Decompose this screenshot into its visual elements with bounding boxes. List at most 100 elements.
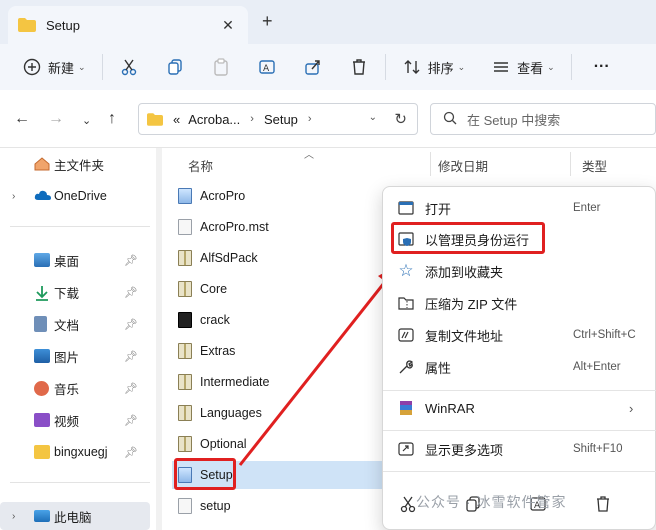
chevron-right-icon: › [307, 113, 312, 125]
pin-icon: 📌︎ [124, 350, 138, 363]
scissors-icon[interactable] [397, 493, 418, 515]
file-icon [178, 219, 192, 235]
copy-button[interactable] [159, 51, 191, 83]
chevron-right-icon[interactable]: › [12, 191, 15, 202]
folder-icon [18, 18, 36, 32]
column-header-name[interactable]: 名称 [188, 156, 213, 175]
home-icon [34, 157, 50, 171]
file-row[interactable]: Languages [172, 399, 382, 427]
toolbar-divider [101, 54, 103, 80]
breadcrumb-item[interactable]: Setup [264, 112, 298, 127]
sidebar-item-bingxuegj[interactable]: bingxuegj 📌︎ [0, 438, 150, 466]
menu-item-more-options[interactable]: 显示更多选项 Shift+F10 [383, 434, 656, 464]
breadcrumb-overflow[interactable]: « [173, 112, 180, 127]
picture-icon [34, 349, 50, 363]
sidebar-item-pictures[interactable]: 图片 📌︎ [0, 342, 150, 370]
window-tab[interactable]: Setup ✕ [8, 6, 248, 44]
view-icon [491, 57, 511, 77]
sidebar-item-downloads[interactable]: 下载 📌︎ [0, 278, 150, 306]
file-row[interactable]: AcroPro [172, 182, 382, 210]
breadcrumb-item[interactable]: Acroba... [188, 112, 240, 127]
pin-icon: 📌︎ [124, 254, 138, 267]
sidebar-item-desktop[interactable]: 桌面 📌︎ [0, 246, 150, 274]
address-bar[interactable]: « Acroba... › Setup › ⌄ ↻ [138, 103, 418, 135]
chevron-right-icon[interactable]: › [12, 511, 15, 522]
copy-icon [165, 57, 185, 77]
file-name: setup [200, 499, 231, 513]
file-row[interactable]: Intermediate [172, 368, 382, 396]
file-row[interactable]: AcroPro.mst [172, 213, 382, 241]
sidebar-item-onedrive[interactable]: › OneDrive [0, 182, 150, 210]
search-placeholder: 在 Setup 中搜索 [467, 112, 561, 128]
pin-icon: 📌︎ [124, 286, 138, 299]
menu-item-label: WinRAR [425, 400, 475, 416]
file-name: crack [200, 313, 230, 327]
file-row[interactable]: crack [172, 306, 382, 334]
search-box[interactable]: 在 Setup 中搜索 [430, 103, 656, 135]
copy-path-icon [397, 326, 415, 344]
plus-circle-icon [22, 57, 42, 77]
menu-item-label: 属性 [425, 360, 452, 376]
new-tab-button[interactable]: + [262, 11, 273, 32]
menu-item-compress-zip[interactable]: 压缩为 ZIP 文件 [383, 288, 656, 318]
more-button[interactable]: ··· [582, 51, 616, 83]
sidebar-item-documents[interactable]: 文档 📌︎ [0, 310, 150, 338]
view-button[interactable]: 查看 ⌄ [485, 51, 561, 83]
rename-button[interactable]: A [251, 51, 283, 83]
menu-item-copy-path[interactable]: 复制文件地址 Ctrl+Shift+C [383, 320, 656, 350]
file-row[interactable]: AlfSdPack [172, 244, 382, 272]
file-row[interactable]: Optional [172, 430, 382, 458]
back-arrow-icon[interactable]: ← [14, 110, 30, 128]
recent-chevron-icon[interactable]: ⌄ [82, 114, 91, 127]
pin-icon: 📌︎ [124, 414, 138, 427]
file-row[interactable]: Core [172, 275, 382, 303]
menu-item-winrar[interactable]: WinRAR › [383, 393, 656, 423]
paste-button[interactable] [205, 51, 237, 83]
forward-arrow-icon[interactable]: → [48, 110, 64, 128]
column-header-type[interactable]: 类型 [582, 156, 607, 175]
sidebar-item-home[interactable]: 主文件夹 [0, 150, 150, 178]
scissors-icon [119, 57, 139, 77]
archive-icon [178, 405, 192, 421]
toolbar-divider [570, 54, 572, 80]
navigation-pane: 主文件夹 › OneDrive 桌面 📌︎ 下载 📌︎ 文档 📌︎ 图片 📌︎ … [0, 148, 156, 530]
menu-item-add-favorites[interactable]: ☆ 添加到收藏夹 [383, 256, 656, 286]
open-icon [397, 199, 415, 217]
refresh-icon[interactable]: ↻ [394, 110, 407, 128]
file-name: Extras [200, 344, 236, 358]
close-tab-icon[interactable]: ✕ [218, 17, 238, 34]
column-divider [430, 152, 431, 176]
sidebar-item-this-pc[interactable]: › 此电脑 [0, 502, 150, 530]
winrar-icon [397, 399, 415, 417]
new-button[interactable]: 新建 ⌄ [16, 51, 92, 83]
archive-icon [178, 281, 192, 297]
delete-button[interactable] [343, 51, 375, 83]
pin-icon: 📌︎ [124, 318, 138, 331]
address-dropdown-icon[interactable]: ⌄ [369, 112, 377, 123]
sort-button[interactable]: 排序 ⌄ [396, 51, 472, 83]
sidebar-scrollbar[interactable] [156, 148, 162, 530]
sidebar-item-videos[interactable]: 视频 📌︎ [0, 406, 150, 434]
address-row: ← → ⌄ ↑ « Acroba... › Setup › ⌄ ↻ 在 Setu… [0, 90, 656, 148]
file-row[interactable]: setup [172, 492, 382, 520]
sidebar-item-music[interactable]: 音乐 📌︎ [0, 374, 150, 402]
file-row[interactable]: Extras [172, 337, 382, 365]
menu-divider [383, 471, 656, 472]
file-icon [178, 498, 192, 514]
share-button[interactable] [297, 51, 329, 83]
menu-item-properties[interactable]: 属性 Alt+Enter [383, 352, 656, 382]
trash-icon[interactable] [592, 493, 613, 515]
view-label: 查看 [517, 60, 544, 76]
menu-item-open[interactable]: 打开 Enter [383, 193, 656, 223]
title-bar: Setup ✕ + [0, 0, 656, 44]
cut-button[interactable] [113, 51, 145, 83]
document-icon [34, 316, 47, 332]
up-arrow-icon[interactable]: ↑ [108, 110, 116, 128]
column-header-modified[interactable]: 修改日期 [438, 156, 488, 175]
archive-icon [178, 343, 192, 359]
menu-item-shortcut: Enter [573, 202, 601, 214]
computer-icon [34, 510, 50, 522]
sidebar-item-label: 文档 [54, 318, 80, 333]
clipboard-icon [211, 57, 231, 77]
trash-icon [349, 57, 369, 77]
